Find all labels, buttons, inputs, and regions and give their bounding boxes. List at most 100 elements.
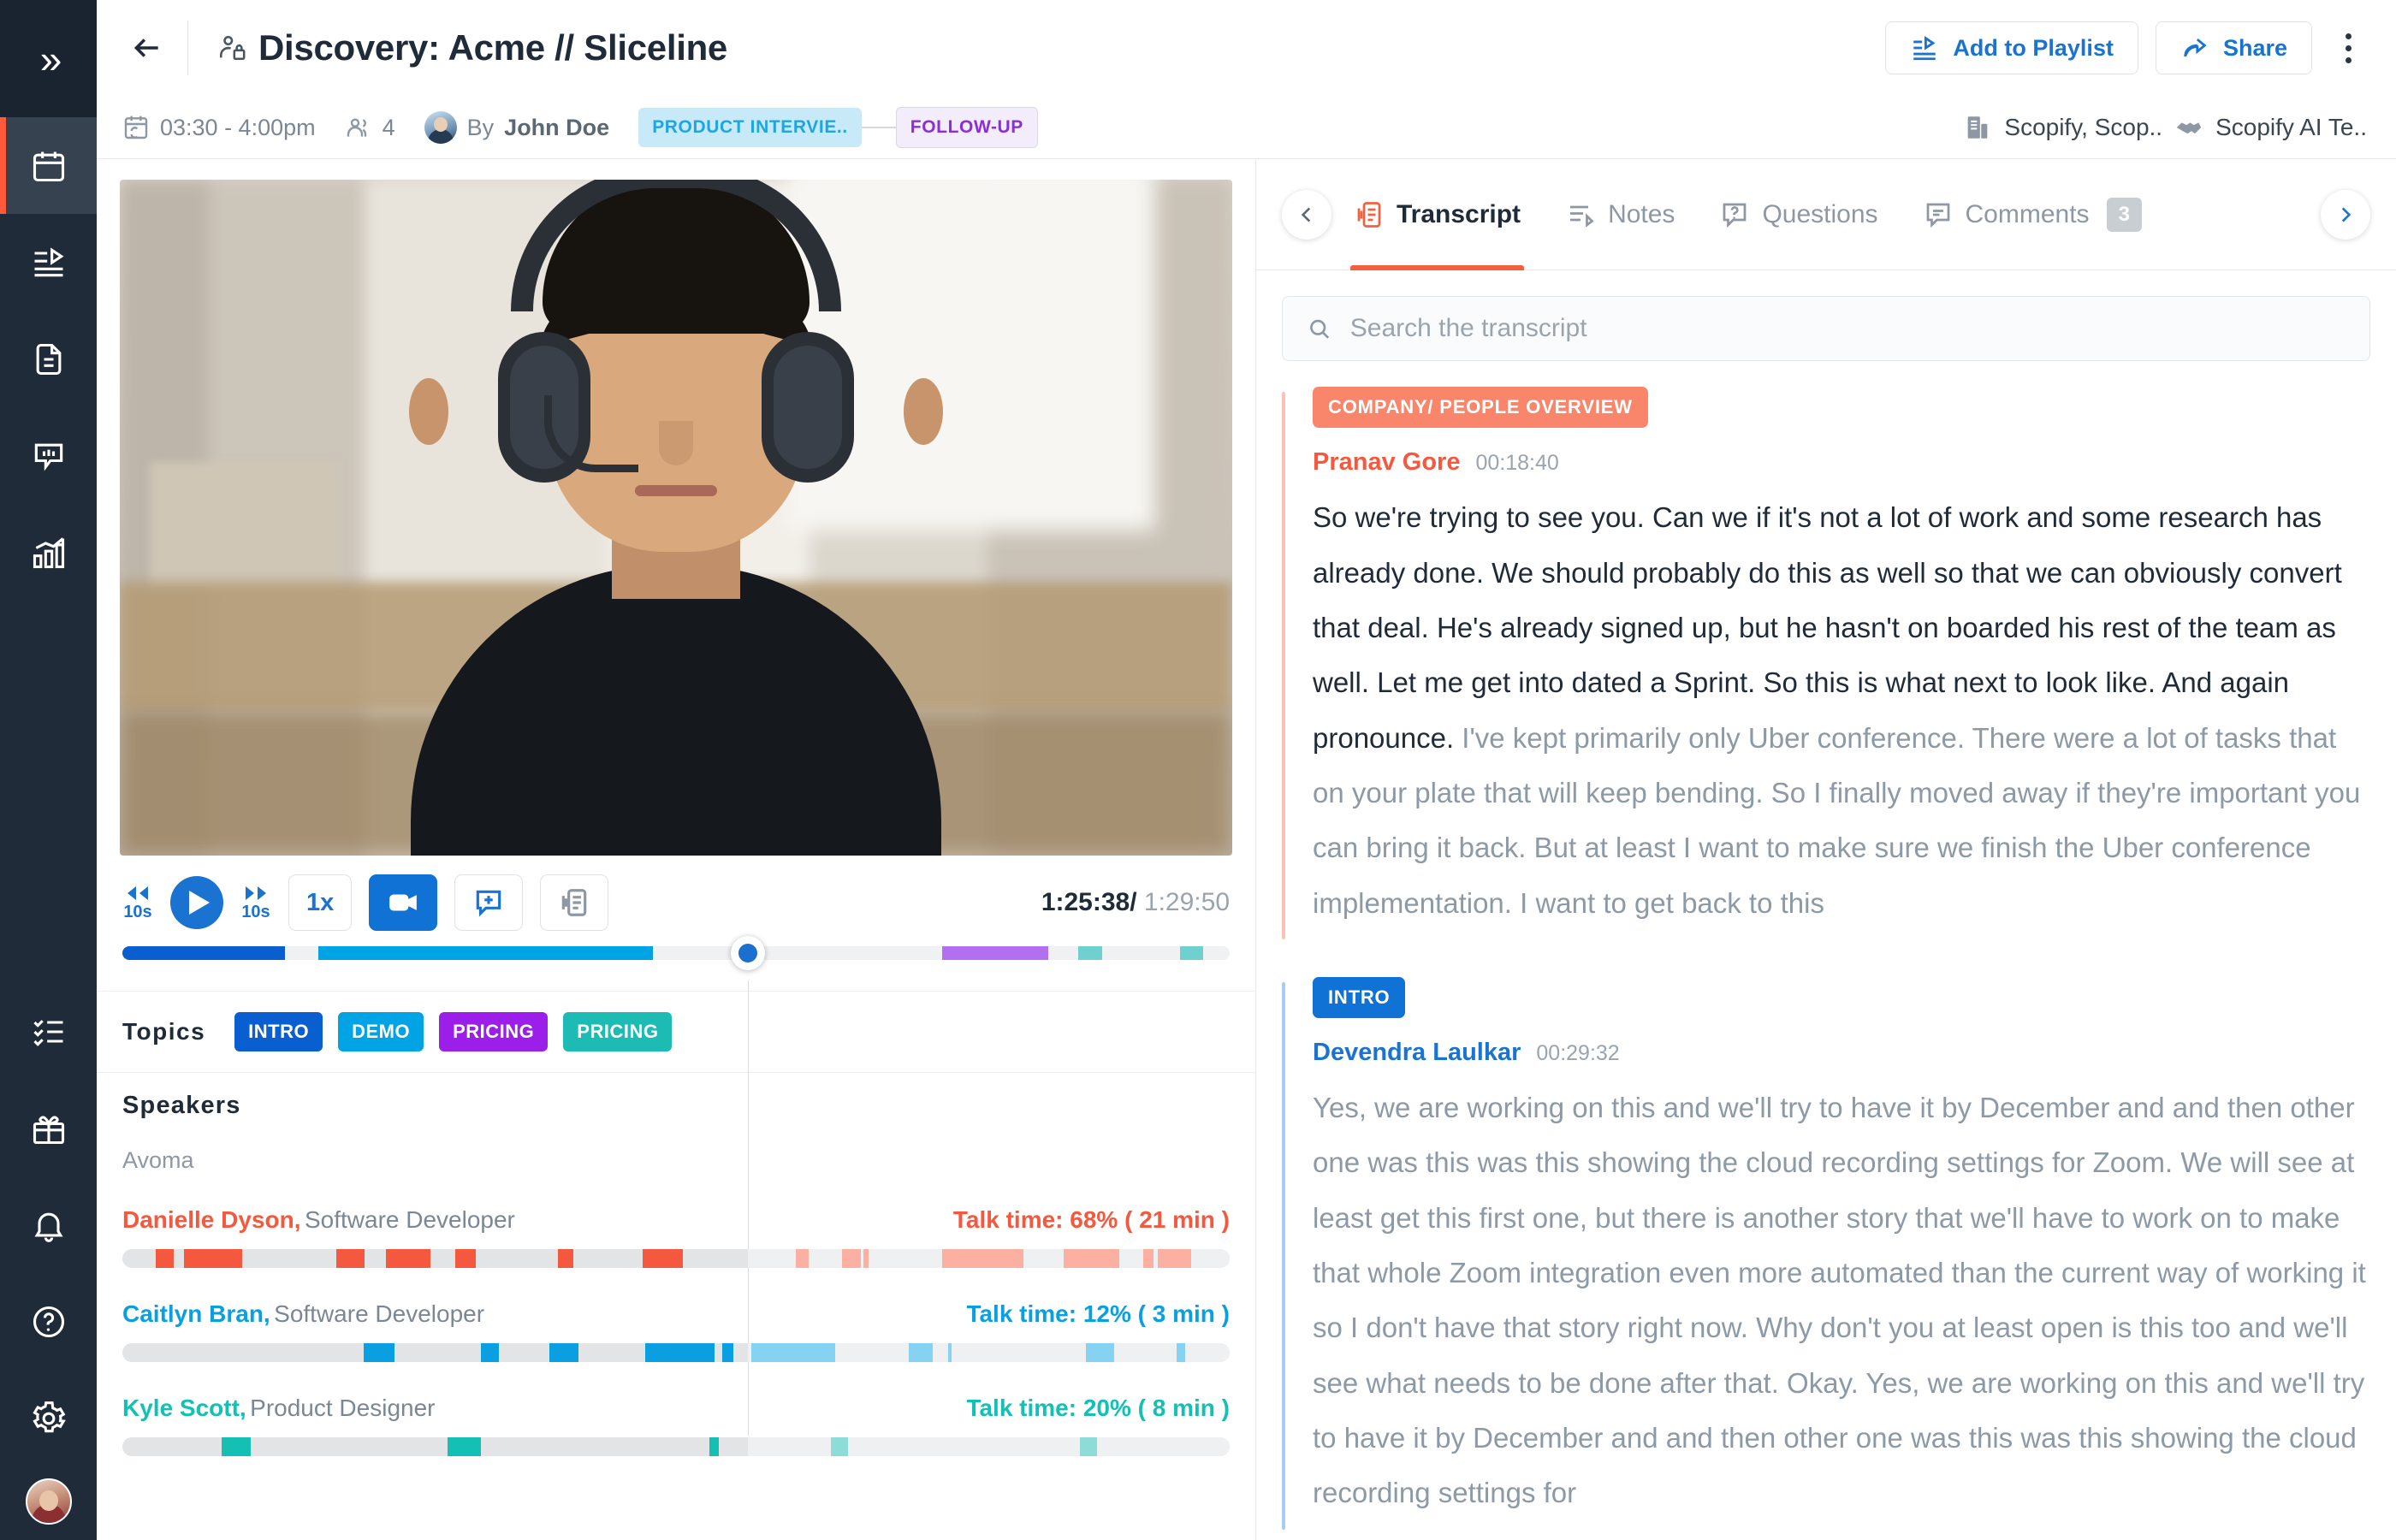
playlist-icon	[1913, 36, 1936, 61]
speaker-talk-segment	[549, 1343, 579, 1362]
speaker-activity-bar[interactable]	[122, 1249, 1230, 1268]
tab-comments[interactable]: Comments 3	[1901, 159, 2164, 270]
topics-row: Topics INTRO DEMO PRICING PRICING	[97, 991, 1255, 1073]
sidebar-item-notes[interactable]	[0, 311, 97, 407]
attendee-count-label: 4	[382, 114, 395, 140]
transcript-search[interactable]	[1282, 296, 2370, 362]
deal-name[interactable]: Scopify AI Te..	[2215, 114, 2367, 141]
tabs-prev-button[interactable]	[1282, 189, 1331, 240]
topic-tag-pricing-2[interactable]: PRICING	[563, 1012, 673, 1051]
tabs-next-button[interactable]	[2321, 189, 2370, 240]
play-button[interactable]	[170, 876, 223, 929]
organizer-avatar	[424, 111, 457, 144]
account-name[interactable]: Scopify, Scop..	[2004, 114, 2162, 141]
topic-tag-intro[interactable]: INTRO	[234, 1012, 323, 1051]
speaker-talk-segment	[750, 1343, 836, 1362]
add-to-playlist-button[interactable]: Add to Playlist	[1885, 21, 2138, 74]
transcript-timestamp[interactable]: 00:18:40	[1475, 451, 1558, 476]
transcript-topic-tag[interactable]: COMPANY/ PEOPLE OVERVIEW	[1313, 387, 1648, 429]
speaker-talk-segment	[1157, 1249, 1191, 1268]
time-display: 1:25:38/ 1:29:50	[1041, 888, 1230, 917]
handshake-icon	[2176, 122, 2202, 134]
transcript-block: INTRO Devendra Laulkar 00:29:32 Yes, we …	[1282, 977, 2370, 1530]
speaker-name[interactable]: Kyle Scott,	[122, 1395, 246, 1422]
tab-transcript[interactable]: Transcript	[1331, 159, 1543, 270]
share-button[interactable]: Share	[2155, 21, 2312, 74]
rail-secondary-items	[0, 983, 97, 1540]
speaker-activity-bar[interactable]	[122, 1343, 1230, 1362]
sidebar-item-notifications[interactable]	[0, 1176, 97, 1273]
player-controls: 10s 10s 1x 1:25:38/ 1:29:50	[97, 856, 1255, 943]
add-comment-button[interactable]	[454, 874, 524, 931]
speaker-talk-segment	[831, 1437, 848, 1456]
sidebar-item-deal-intelligence[interactable]	[0, 504, 97, 601]
transcript-icon	[562, 889, 587, 916]
transcript-list[interactable]: COMPANY/ PEOPLE OVERVIEW Pranav Gore 00:…	[1256, 387, 2396, 1540]
speaker-name[interactable]: Caitlyn Bran,	[122, 1300, 270, 1328]
transcript-topic-tag[interactable]: INTRO	[1313, 977, 1406, 1018]
progress-track[interactable]	[122, 936, 1230, 970]
speaker-talk-segment	[455, 1249, 476, 1268]
forward-10s-button[interactable]: 10s	[240, 884, 271, 922]
transcript-speaker-name[interactable]: Devendra Laulkar	[1313, 1039, 1521, 1067]
more-options-button[interactable]	[2329, 21, 2367, 74]
transcript-text[interactable]: Yes, we are working on this and we'll tr…	[1313, 1081, 2370, 1521]
speaker-talk-segment	[1085, 1343, 1115, 1362]
playback-speed-button[interactable]: 1x	[288, 874, 353, 931]
checklist-icon	[33, 1019, 62, 1046]
transcript-block-meta: Devendra Laulkar 00:29:32	[1313, 1039, 2370, 1067]
meeting-time: 03:30 - 4:00pm	[122, 114, 316, 141]
topic-tag-demo[interactable]: DEMO	[338, 1012, 424, 1051]
topic-tag-pricing-1[interactable]: PRICING	[439, 1012, 549, 1051]
tab-label: Transcript	[1397, 199, 1521, 228]
video-player[interactable]	[120, 180, 1232, 856]
video-toggle-button[interactable]	[369, 874, 438, 931]
back-button[interactable]	[122, 23, 172, 73]
toggle-transcript-button[interactable]	[540, 874, 609, 931]
speaker-row-danielle: Danielle Dyson, Software Developer Talk …	[122, 1206, 1230, 1268]
sidebar-item-settings[interactable]	[0, 1370, 97, 1466]
topics-label: Topics	[122, 1018, 206, 1045]
transcript-timestamp[interactable]: 00:29:32	[1536, 1041, 1619, 1066]
progress-playhead[interactable]	[731, 936, 766, 970]
speaker-activity-bar[interactable]	[122, 1437, 1230, 1456]
calendar-icon	[33, 151, 64, 181]
header-top-row: Discovery: Acme // Sliceline Add to Play…	[97, 0, 2367, 96]
user-avatar[interactable]	[25, 1478, 72, 1525]
rewind-10s-button[interactable]: 10s	[122, 884, 153, 922]
tab-label: Comments	[1965, 199, 2090, 228]
video-speaker-figure	[377, 180, 976, 856]
sidebar-item-conversations[interactable]	[0, 407, 97, 504]
sidebar-item-tasks[interactable]	[0, 983, 97, 1080]
sidebar-item-help[interactable]	[0, 1273, 97, 1370]
chip-product-interview[interactable]: PRODUCT INTERVIE..	[638, 108, 862, 147]
sidebar-item-playlists[interactable]	[0, 214, 97, 311]
search-input[interactable]	[1349, 314, 2346, 344]
speaker-talk-segment	[795, 1249, 810, 1268]
transcript-text[interactable]: So we're trying to see you. Can we if it…	[1313, 490, 2370, 931]
sidebar-item-meetings[interactable]	[0, 117, 97, 214]
sidebar-item-whats-new[interactable]	[0, 1080, 97, 1176]
transcript-text-unread: I've kept primarily only Uber conference…	[1313, 721, 2361, 919]
speaker-talk-segment	[643, 1249, 683, 1268]
document-icon	[36, 343, 61, 375]
speaker-talk-segment	[481, 1343, 499, 1362]
header-meta-row: 03:30 - 4:00pm 4 By John Doe PRODUCT INT…	[97, 96, 2367, 159]
expand-sidebar-button[interactable]: »	[0, 0, 97, 117]
speaker-role: Software Developer	[274, 1300, 485, 1327]
speaker-talk-segment	[941, 1249, 1024, 1268]
chip-follow-up[interactable]: FOLLOW-UP	[895, 107, 1038, 148]
media-pane: 10s 10s 1x 1:25:38/ 1:29:50 Topics INTRO…	[97, 159, 1256, 1540]
playlist-icon	[34, 246, 63, 276]
revenue-chart-icon	[33, 536, 64, 568]
organizer-prefix: By	[466, 114, 495, 140]
transcript-speaker-name[interactable]: Pranav Gore	[1313, 448, 1460, 477]
tab-notes[interactable]: Notes	[1543, 159, 1697, 270]
notes-icon	[1570, 205, 1594, 228]
tab-questions[interactable]: Questions	[1697, 159, 1900, 270]
arrow-left-icon	[133, 38, 158, 57]
speaker-name[interactable]: Danielle Dyson,	[122, 1206, 301, 1234]
speakers-title: Speakers	[122, 1092, 241, 1119]
comments-count-badge: 3	[2106, 197, 2142, 232]
tab-label: Questions	[1762, 199, 1878, 228]
